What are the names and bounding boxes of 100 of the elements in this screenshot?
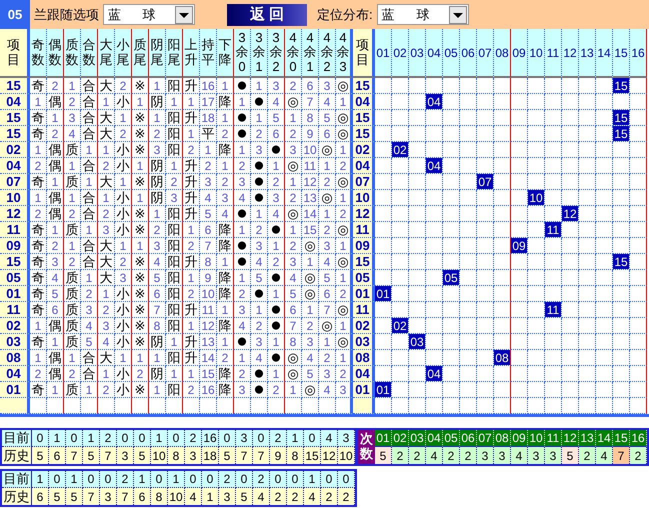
table-cell (596, 222, 613, 238)
table-cell (409, 206, 426, 222)
table-cell: 2 (30, 206, 47, 222)
table-cell: 1 (64, 78, 81, 94)
table-cell: 1 (115, 350, 132, 366)
table-cell: 质 (64, 302, 81, 318)
table-cell (528, 142, 545, 158)
column-header: 01 (375, 430, 392, 447)
table-cell: 4 (268, 206, 285, 222)
table-cell: 阳 (166, 206, 183, 222)
table-cell: 1 (49, 430, 66, 447)
table-cell: 偶 (47, 190, 64, 206)
table-cell: 2 (183, 142, 200, 158)
table-cell (443, 174, 460, 190)
position-dropdown[interactable]: 蓝 球 (376, 4, 469, 25)
table-cell: 小 (115, 366, 132, 382)
table-cell: 1 (183, 126, 200, 142)
table-cell: 0 (49, 471, 66, 488)
table-cell (392, 78, 409, 94)
row-label: 09 (0, 238, 30, 254)
table-cell (596, 366, 613, 382)
table-cell: 2 (30, 366, 47, 382)
row-label: 05 (0, 270, 30, 286)
table-cell: 3 (251, 142, 268, 158)
column-header: 08 (494, 430, 511, 447)
table-cell (443, 78, 460, 94)
table-cell: 偶 (47, 366, 64, 382)
table-cell (562, 366, 579, 382)
table-cell (392, 270, 409, 286)
table-cell (511, 382, 528, 398)
caret-icon (175, 6, 193, 24)
table-cell (562, 174, 579, 190)
column-header: 16 (630, 430, 647, 447)
table-cell: 奇 (30, 78, 47, 94)
table-cell: 5 (149, 270, 166, 286)
table-cell (477, 142, 494, 158)
table-cell: 2 (287, 488, 304, 505)
follow-dropdown[interactable]: 蓝 球 (103, 4, 195, 25)
table-cell (630, 318, 647, 334)
table-cell (596, 398, 613, 414)
table-cell: 质 (64, 382, 81, 398)
column-header: 下降 (217, 29, 234, 78)
table-cell: 1 (81, 270, 98, 286)
table-cell: 2 (183, 382, 200, 398)
table-cell (545, 270, 562, 286)
table-cell (528, 270, 545, 286)
table-cell (579, 238, 596, 254)
table-cell (630, 398, 647, 414)
table-cell: 2 (185, 430, 202, 447)
table-cell: 质 (64, 318, 81, 334)
table-cell (562, 254, 579, 270)
table-cell: 5 (302, 366, 319, 382)
table-cell (562, 158, 579, 174)
back-button[interactable]: 返 回 (227, 4, 307, 26)
row-label: 04 (0, 158, 30, 174)
table-cell: 0 (83, 471, 100, 488)
number-marker: 12 (562, 206, 578, 221)
table-cell: 2 (98, 382, 115, 398)
table-cell: 7 (83, 488, 100, 505)
table-cell (494, 158, 511, 174)
table-cell: 1 (132, 190, 149, 206)
table-cell: 9 (302, 126, 319, 142)
table-cell (562, 334, 579, 350)
column-header: 阳尾 (166, 29, 183, 78)
table-cell (613, 190, 630, 206)
table-cell (630, 142, 647, 158)
row-label: 10 (0, 190, 30, 206)
table-cell: 1 (202, 488, 219, 505)
table-cell: 1 (304, 471, 321, 488)
table-cell (392, 350, 409, 366)
number-marker: 08 (494, 350, 510, 365)
table-cell (392, 254, 409, 270)
table-cell: 4 (268, 94, 285, 110)
number-marker: 04 (426, 366, 442, 381)
table-cell: 10 (151, 447, 168, 464)
table-cell: 3 (185, 447, 202, 464)
table-cell: 4 (234, 318, 251, 334)
table-cell: 7 (236, 447, 253, 464)
table-cell (460, 190, 477, 206)
column-header: 质尾 (132, 29, 149, 78)
table-cell (596, 94, 613, 110)
table-cell: 1 (200, 142, 217, 158)
table-cell: 阳 (166, 254, 183, 270)
table-cell: 1 (132, 350, 149, 366)
table-cell (528, 94, 545, 110)
table-cell: 小 (115, 334, 132, 350)
row-label: 02 (0, 318, 30, 334)
table-cell (375, 110, 392, 126)
table-cell: 2 (149, 126, 166, 142)
table-cell (596, 334, 613, 350)
table-cell: 降 (217, 94, 234, 110)
table-cell: ● (234, 206, 251, 222)
table-cell (630, 270, 647, 286)
table-cell (392, 206, 409, 222)
table-cell: 合 (81, 206, 98, 222)
table-cell (511, 270, 528, 286)
row-label: 15 (353, 254, 375, 270)
table-cell (545, 382, 562, 398)
table-cell (579, 158, 596, 174)
table-cell: 1 (217, 78, 234, 94)
